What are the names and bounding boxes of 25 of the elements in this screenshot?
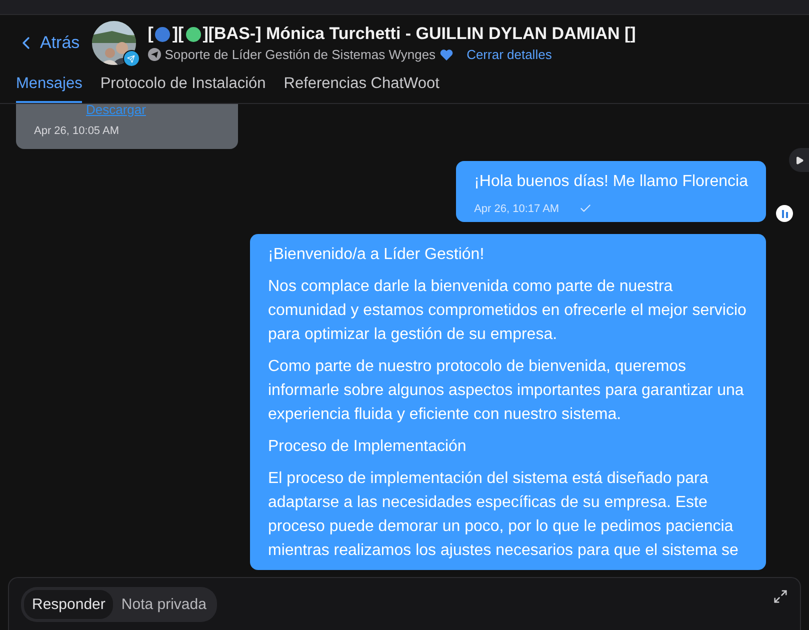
- expand-sidebar-button[interactable]: [789, 148, 809, 172]
- conversation-title: [: [148, 24, 154, 44]
- reply-mode-tab[interactable]: Responder: [24, 590, 114, 618]
- send-icon: [148, 48, 161, 61]
- back-button[interactable]: Atrás: [16, 33, 80, 53]
- tab[interactable]: Referencias ChatWoot: [284, 69, 440, 103]
- conversation-title: ][: [172, 24, 184, 44]
- message-text: El proceso de implementación del sistema está diseñado para adaptarse a las necesidades específicas de su empresa. Este proceso puede demorar un poco, por lo que le pedimos paciencia mientras realizamos los ajustes necesarios para que el sistema se: [268, 469, 740, 561]
- reply-mode-tab[interactable]: Nota privada: [113, 590, 214, 618]
- message-text: ¡Hola buenos días! Me llamo Florencia: [474, 172, 748, 192]
- message-text: Proceso de Implementación: [268, 437, 468, 457]
- message-text: Como parte de nuestro protocolo de bienvenida, queremos informarle sobre algunos aspectos importantes para garantizar una experiencia fluida y eficiente con nuestro sistema.: [268, 357, 745, 425]
- play-icon: [794, 156, 804, 164]
- conversation-title: ][BAS-] Mónica Turchetti - GUILLIN DYLAN DAMIAN []: [202, 24, 636, 44]
- agent-avatar-icon: [776, 205, 793, 222]
- close-details-link[interactable]: Cerrar detalles: [466, 47, 552, 62]
- expand-icon[interactable]: [773, 588, 788, 604]
- telegram-badge-icon: [122, 50, 140, 67]
- message-text: Nos complace darle la bienvenida como parte de nuestra comunidad y estamos comprometidos en ofrecerle el mejor servicio para optimizar la gestión de su empresa.: [268, 277, 748, 345]
- message-time: Apr 26, 10:17 AM: [474, 202, 560, 214]
- message-time: Apr 26, 10:05 AM: [34, 125, 120, 137]
- inbox-name: Soporte de Líder Gestión de Sistemas Wynges: [164, 47, 436, 62]
- heart-icon: [440, 48, 453, 60]
- message-text: ¡Bienvenido/a a Líder Gestión!: [268, 245, 486, 265]
- tab[interactable]: Protocolo de Instalación: [100, 69, 266, 103]
